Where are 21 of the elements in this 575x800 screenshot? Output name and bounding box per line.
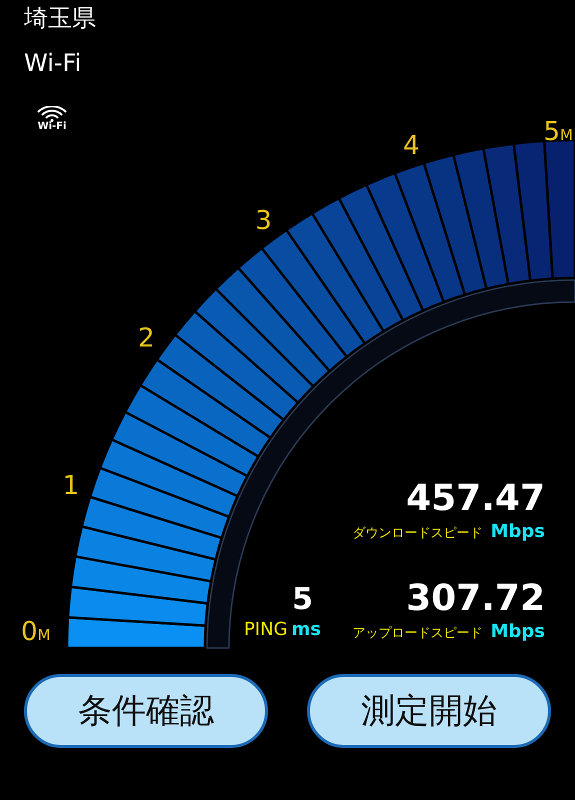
download-speed-value: 457.47	[406, 480, 545, 518]
scale-label: 2	[138, 323, 154, 354]
scale-label: 3	[255, 206, 272, 236]
scale-label: 1	[62, 471, 80, 502]
action-button[interactable]: 条件確認	[24, 674, 268, 748]
ping-value: 5	[292, 584, 313, 616]
upload-speed-value: 307.72	[406, 580, 545, 618]
location-text: 埼玉県	[24, 4, 97, 33]
ping-unit: ms	[292, 618, 321, 642]
connection-type-text: Wi-Fi	[24, 48, 82, 78]
scale-label: 5 M	[544, 117, 573, 147]
action-button[interactable]: 測定開始	[307, 674, 551, 748]
scale-label: 0M	[21, 617, 50, 647]
upload-speed-label: アップロードスピード	[352, 624, 483, 643]
download-unit: Mbps	[490, 520, 545, 544]
upload-unit: Mbps	[490, 620, 545, 644]
wifi-icon	[36, 106, 68, 122]
ping-label: PING	[244, 618, 288, 642]
wifi-label: Wi-Fi	[38, 122, 66, 132]
download-speed-label: ダウンロードスピード	[352, 524, 483, 543]
scale-label: 4	[402, 130, 420, 161]
